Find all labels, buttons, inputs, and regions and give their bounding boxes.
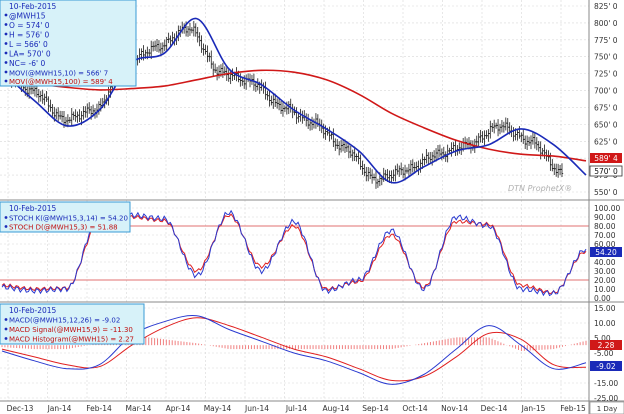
macd-legend-signal: MACD Signal(@MWH15,9) = -11.30 [9, 326, 133, 334]
legend-bullet [4, 32, 8, 36]
price-legend-ma-fast: MOV(@MWH15,10) = 566' 7 [9, 70, 108, 78]
ma-slow-badge: 589' 4 [594, 154, 618, 163]
date-tick-label: Jan-14 [47, 404, 72, 413]
price-legend-last: LA= 570' 0 [9, 50, 51, 59]
macd-legend-date: 10-Feb-2015 [9, 306, 57, 315]
price-legend: 10-Feb-2015 @MWH15 O = 574' 0 H = 576' 0… [0, 0, 137, 87]
price-legend-ma-slow: MOV(@MWH15,100) = 589' 4 [9, 78, 113, 86]
price-legend-date: 10-Feb-2015 [9, 2, 57, 11]
stoch-axis-tick-label: 40.00 [594, 258, 616, 267]
price-axis-tick-label: 750' 0 [594, 53, 618, 62]
stoch-axis-tick-label: 80.00 [594, 222, 616, 231]
interval-label: 1 Day [597, 405, 618, 413]
price-legend-low: L = 566' 0 [9, 40, 48, 49]
macd-axis-tick-label: -15.00 [594, 379, 618, 388]
chart-canvas: DTN ProphetX® 825' 0 800' 0 775' 0 750' 0 72… [0, 0, 624, 414]
price-legend-nc: NC= -6' 0 [9, 59, 45, 68]
legend-bullet [4, 13, 8, 17]
date-tick-label: Feb-14 [86, 404, 112, 413]
stoch-legend-d: STOCH D(@MWH15,3) = 51.88 [9, 224, 118, 232]
legend-bullet [4, 79, 8, 83]
date-tick-label: Jun-14 [244, 404, 269, 413]
stoch-legend: 10-Feb-2015 STOCH K(@MWH15,3,14) = 54.20… [0, 201, 131, 233]
legend-bullet [4, 23, 8, 26]
stoch-axis-tick-label: 70.00 [594, 231, 616, 240]
price-axis-tick-label: 700' 0 [594, 87, 618, 96]
stoch-axis-tick-label: 20.00 [594, 276, 616, 285]
date-tick-label: Jan-15 [521, 404, 546, 413]
legend-bullet [4, 327, 8, 331]
watermark-text: DTN ProphetX® [508, 184, 572, 193]
date-tick-label: Oct-14 [402, 404, 427, 413]
stoch-badge-text: 54.20 [595, 248, 617, 257]
price-axis-tick-label: 825' 0 [594, 2, 618, 11]
legend-bullet [4, 42, 8, 45]
date-tick-label: Sep-14 [362, 404, 389, 413]
macd-legend-macd: MACD(@MWH15,12,26) = -9.02 [9, 317, 120, 325]
macd-axis-tick-label: 15.00 [594, 304, 616, 313]
chart-window: DTN ProphetX® 825' 0 800' 0 775' 0 750' 0 72… [0, 0, 624, 414]
legend-bullet [4, 70, 8, 74]
stoch-axis-tick-label: 10.00 [594, 285, 616, 294]
legend-bullet [4, 318, 8, 321]
date-tick-label: Feb-15 [560, 404, 586, 413]
stoch-axis-tick-label: 90.00 [594, 213, 616, 222]
stoch-badge: 54.20 [590, 247, 622, 257]
price-axis-tick-label: 550' 0 [594, 188, 618, 197]
legend-bullet [4, 337, 8, 340]
price-legend-open: O = 574' 0 [9, 21, 50, 30]
date-tick-label: Jul-14 [285, 404, 308, 413]
macd-badge: -9.02 [596, 362, 616, 371]
legend-bullet [4, 216, 8, 219]
stoch-legend-k: STOCH K(@MWH15,3,14) = 54.20 [9, 215, 128, 223]
price-legend-high: H = 576' 0 [9, 31, 49, 40]
last-badge: 570' 0 [594, 167, 618, 176]
stoch-legend-date: 10-Feb-2015 [9, 204, 57, 213]
macd-legend-hist: MACD Histogram(@MWH15) = 2.27 [9, 336, 134, 344]
price-axis-tick-label: 725' 0 [594, 70, 618, 79]
legend-bullet [4, 51, 8, 55]
date-tick-label: Aug-14 [323, 404, 350, 413]
date-tick-label: Nov-14 [441, 404, 468, 413]
price-axis-tick-label: 650' 0 [594, 120, 618, 129]
date-tick-label: May-14 [204, 404, 232, 413]
date-axis-labels: Dec-13 Jan-14 Feb-14 Mar-14 Apr-14 May-14 Jun-… [7, 404, 586, 413]
stoch-axis-tick-label: 0.00 [594, 294, 611, 303]
price-axis-tick-label: 800' 0 [594, 19, 618, 28]
price-axis-tick-label: 775' 0 [594, 36, 618, 45]
stoch-axis-tick-label: 30.00 [594, 267, 616, 276]
price-axis-tick-label: 675' 0 [594, 103, 618, 112]
price-legend-symbol: @MWH15 [9, 12, 46, 21]
macd-legend: 10-Feb-2015 MACD(@MWH15,12,26) = -9.02 M… [0, 303, 145, 345]
date-tick-label: Dec-14 [481, 404, 508, 413]
macd-axis-tick-label: -5.00 [594, 349, 614, 358]
date-tick-label: Mar-14 [126, 404, 152, 413]
legend-bullet [4, 61, 8, 64]
macd-hist-badge: 2.28 [598, 341, 615, 350]
stoch-axis-tick-label: 100.00 [594, 204, 620, 213]
date-tick-label: Apr-14 [166, 404, 191, 413]
date-tick-label: Dec-13 [7, 404, 34, 413]
macd-axis-tick-label: 10.00 [594, 319, 616, 328]
price-axis-tick-label: 625' 0 [594, 137, 618, 146]
legend-bullet [4, 225, 8, 228]
